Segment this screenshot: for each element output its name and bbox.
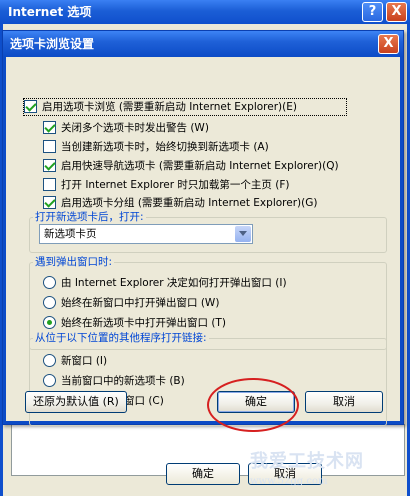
quick-tabs-checkbox[interactable] [43,159,56,172]
cancel-button[interactable]: 取消 [305,391,383,413]
links-new-tab-radio[interactable] [43,374,56,387]
outer-window-title-text: Internet 选项 [8,5,92,19]
watermark-logo: 我爱工技术网 www.52gg.com [250,452,400,492]
chevron-down-icon[interactable] [235,226,251,242]
new-tab-dropdown-value: 新选项卡页 [44,228,97,240]
switch-new-tab-checkbox[interactable] [43,140,56,153]
warn-close-tabs-label: 关闭多个选项卡时发出警告 (W) [61,122,209,134]
popup-new-tab-label: 始终在新选项卡中打开弹出窗口 (T) [61,317,226,329]
popup-ie-decide-label: 由 Internet Explorer 决定如何打开弹出窗口 (I) [61,277,287,289]
dialog-title: 选项卡浏览设置 [10,37,95,51]
warn-close-tabs-checkbox[interactable] [43,121,56,134]
enable-tabs-checkbox[interactable] [24,100,37,113]
popup-new-window-label: 始终在新窗口中打开弹出窗口 (W) [61,297,220,309]
new-tab-group-title: 打开新选项卡后，打开: [33,210,146,224]
first-home-page-label: 打开 Internet Explorer 时只加载第一个主页 (F) [61,179,290,191]
popup-ie-decide-radio[interactable] [43,276,56,289]
enable-tabs-label: 启用选项卡浏览 (需要重新启动 Internet Explorer)(E) [42,101,297,113]
tab-groups-label: 启用选项卡分组 (需要重新启动 Internet Explorer)(G) [61,197,318,209]
links-new-window-label: 新窗口 (I) [61,355,108,367]
outer-ok-button[interactable]: 确定 [166,463,240,485]
links-new-window-radio[interactable] [43,354,56,367]
popup-new-window-radio[interactable] [43,296,56,309]
watermark-main: 我爱工技术网 [250,451,364,472]
outer-window-title: Internet 选项 [0,0,410,24]
enable-tabs-checkbox-row[interactable]: 启用选项卡浏览 (需要重新启动 Internet Explorer)(E) [23,98,347,116]
quick-tabs-label: 启用快速导航选项卡 (需要重新启动 Internet Explorer)(Q) [61,160,339,172]
dialog-body: 启用选项卡浏览 (需要重新启动 Internet Explorer)(E) 关闭… [3,57,403,426]
links-group-title: 从位于以下位置的其他程序打开链接: [33,331,209,345]
tab-groups-checkbox[interactable] [43,196,56,209]
first-home-page-checkbox[interactable] [43,178,56,191]
switch-new-tab-label: 当创建新选项卡时，始终切换到新选项卡 (A) [61,141,269,153]
restore-defaults-button[interactable]: 还原为默认值 (R) [25,391,127,413]
popup-new-tab-radio[interactable] [43,316,56,329]
popup-group-title: 遇到弹出窗口时: [33,255,115,269]
tab-browsing-settings-dialog: 选项卡浏览设置 X 启用选项卡浏览 (需要重新启动 Internet Explo… [2,30,404,426]
dialog-titlebar: 选项卡浏览设置 [3,31,403,57]
annotation-circle [207,378,299,432]
outer-close-button[interactable]: X [386,2,407,22]
dialog-close-button[interactable]: X [378,34,399,54]
watermark-sub: www.52gg.com [250,476,328,487]
links-new-tab-label: 当前窗口中的新选项卡 (B) [61,375,185,387]
new-tab-dropdown[interactable]: 新选项卡页 [39,224,253,244]
outer-help-button[interactable]: ? [362,2,383,22]
